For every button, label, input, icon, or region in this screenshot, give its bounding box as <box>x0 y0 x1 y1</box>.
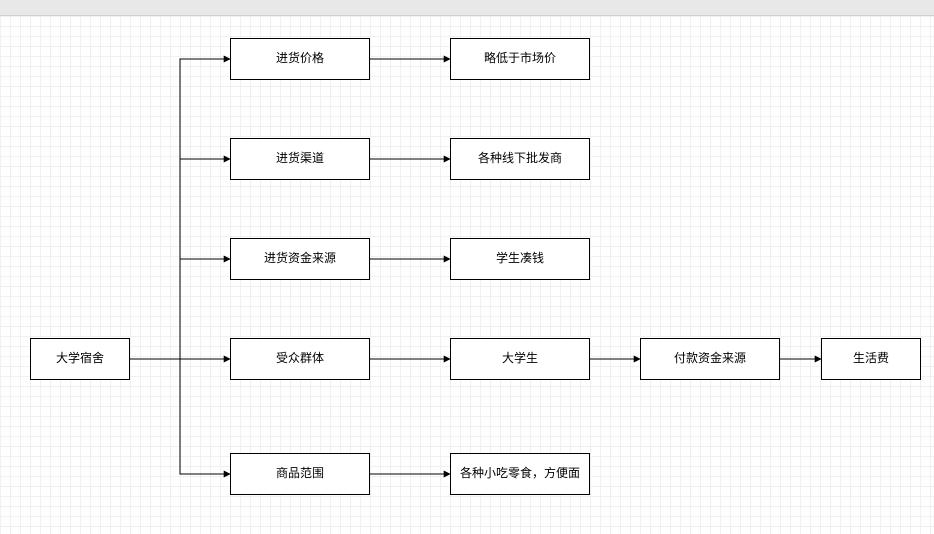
node-label: 略低于市场价 <box>484 51 556 67</box>
node-living-expenses[interactable]: 生活费 <box>821 338 921 380</box>
node-label: 进货资金来源 <box>264 251 336 267</box>
node-label: 进货渠道 <box>276 151 324 167</box>
node-label: 受众群体 <box>276 351 324 367</box>
node-label: 大学宿舍 <box>56 351 104 367</box>
node-root[interactable]: 大学宿舍 <box>30 338 130 380</box>
node-payment-source[interactable]: 付款资金来源 <box>640 338 780 380</box>
node-purchase-price[interactable]: 进货价格 <box>230 38 370 80</box>
node-label: 生活费 <box>853 351 889 367</box>
node-label: 付款资金来源 <box>674 351 746 367</box>
node-funding-source[interactable]: 进货资金来源 <box>230 238 370 280</box>
toolbar <box>0 0 934 16</box>
node-student-pooling[interactable]: 学生凑钱 <box>450 238 590 280</box>
diagram-canvas[interactable]: 大学宿舍 进货价格 略低于市场价 进货渠道 各种线下批发商 进货资金来源 学生凑… <box>0 16 934 534</box>
node-snacks[interactable]: 各种小吃零食，方便面 <box>450 453 590 495</box>
node-label: 各种线下批发商 <box>478 151 562 167</box>
node-label: 大学生 <box>502 351 538 367</box>
node-below-market[interactable]: 略低于市场价 <box>450 38 590 80</box>
node-label: 学生凑钱 <box>496 251 544 267</box>
node-college-students[interactable]: 大学生 <box>450 338 590 380</box>
node-offline-wholesalers[interactable]: 各种线下批发商 <box>450 138 590 180</box>
node-product-range[interactable]: 商品范围 <box>230 453 370 495</box>
node-label: 进货价格 <box>276 51 324 67</box>
node-purchase-channel[interactable]: 进货渠道 <box>230 138 370 180</box>
node-label: 商品范围 <box>276 466 324 482</box>
node-label: 各种小吃零食，方便面 <box>460 466 580 482</box>
node-audience[interactable]: 受众群体 <box>230 338 370 380</box>
